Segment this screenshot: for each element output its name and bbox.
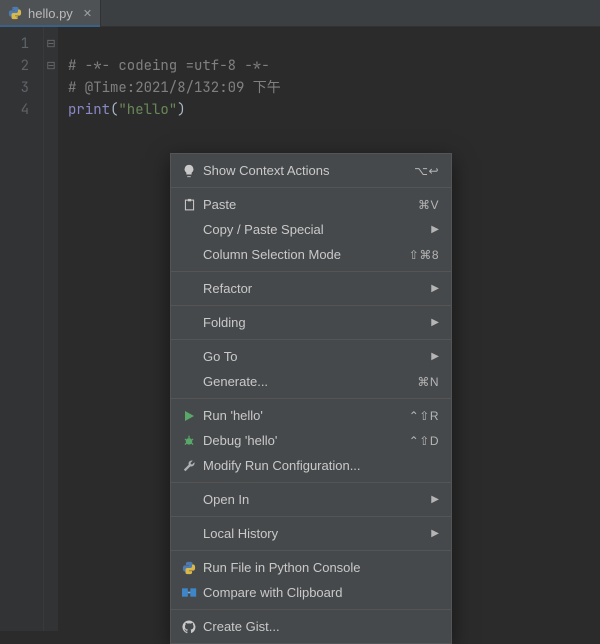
menu-label: Copy / Paste Special	[199, 222, 431, 237]
submenu-arrow-icon: ▶	[431, 351, 439, 362]
submenu-arrow-icon: ▶	[431, 224, 439, 235]
menu-label: Run File in Python Console	[199, 560, 439, 575]
bulb-icon	[179, 164, 199, 178]
code-paren: )	[177, 101, 185, 119]
menu-label: Generate...	[199, 374, 417, 389]
gutter-indicators: ⊟ ⊟	[44, 27, 58, 631]
menu-label: Refactor	[199, 281, 431, 296]
menu-column-selection[interactable]: Column Selection Mode ⇧⌘8	[171, 242, 451, 267]
menu-compare-clipboard[interactable]: Compare with Clipboard	[171, 580, 451, 605]
menu-create-gist[interactable]: Create Gist...	[171, 614, 451, 639]
lock-icon: ⊟	[46, 55, 55, 77]
menu-copy-paste-special[interactable]: Copy / Paste Special ▶	[171, 217, 451, 242]
github-icon	[179, 620, 199, 634]
line-number: 1	[0, 33, 29, 55]
menu-go-to[interactable]: Go To ▶	[171, 344, 451, 369]
menu-shortcut: ⌘V	[418, 198, 439, 212]
menu-shortcut: ⌥↩	[414, 164, 439, 178]
menu-separator	[171, 271, 451, 272]
line-number: 3	[0, 77, 29, 99]
code-string: "hello"	[118, 101, 177, 119]
menu-label: Show Context Actions	[199, 163, 414, 178]
menu-debug[interactable]: Debug 'hello' ⌃⇧D	[171, 428, 451, 453]
menu-run[interactable]: Run 'hello' ⌃⇧R	[171, 403, 451, 428]
tab-bar: hello.py ✕	[0, 0, 600, 27]
file-tab-label: hello.py	[28, 6, 73, 21]
menu-label: Column Selection Mode	[199, 247, 409, 262]
menu-separator	[171, 550, 451, 551]
line-number: 2	[0, 55, 29, 77]
menu-label: Run 'hello'	[199, 408, 409, 423]
menu-generate[interactable]: Generate... ⌘N	[171, 369, 451, 394]
menu-label: Folding	[199, 315, 431, 330]
line-number: 4	[0, 99, 29, 121]
menu-label: Open In	[199, 492, 431, 507]
lock-icon: ⊟	[46, 33, 55, 55]
run-icon	[179, 410, 199, 422]
python-file-icon	[8, 6, 22, 20]
code-comment: # @Time:2021/8/132:09 下午	[68, 79, 281, 97]
submenu-arrow-icon: ▶	[431, 528, 439, 539]
clipboard-icon	[179, 198, 199, 212]
code-comment: # -*- codeing =utf-8 -*-	[68, 57, 270, 75]
menu-run-python-console[interactable]: Run File in Python Console	[171, 555, 451, 580]
menu-separator	[171, 398, 451, 399]
menu-separator	[171, 187, 451, 188]
menu-shortcut: ⌘N	[417, 375, 439, 389]
menu-label: Create Gist...	[199, 619, 439, 634]
menu-shortcut: ⌃⇧D	[409, 434, 439, 448]
menu-separator	[171, 516, 451, 517]
menu-local-history[interactable]: Local History ▶	[171, 521, 451, 546]
debug-icon	[179, 434, 199, 447]
menu-folding[interactable]: Folding ▶	[171, 310, 451, 335]
menu-shortcut: ⇧⌘8	[409, 248, 439, 262]
line-number-gutter: 1 2 3 4	[0, 27, 44, 631]
submenu-arrow-icon: ▶	[431, 494, 439, 505]
python-icon	[179, 561, 199, 575]
menu-modify-run-config[interactable]: Modify Run Configuration...	[171, 453, 451, 478]
menu-separator	[171, 609, 451, 610]
file-tab-hello[interactable]: hello.py ✕	[0, 0, 101, 26]
diff-icon	[179, 586, 199, 599]
menu-label: Compare with Clipboard	[199, 585, 439, 600]
wrench-icon	[179, 459, 199, 472]
menu-separator	[171, 339, 451, 340]
editor-context-menu: Show Context Actions ⌥↩ Paste ⌘V Copy / …	[170, 153, 452, 644]
menu-label: Modify Run Configuration...	[199, 458, 439, 473]
menu-paste[interactable]: Paste ⌘V	[171, 192, 451, 217]
menu-open-in[interactable]: Open In ▶	[171, 487, 451, 512]
menu-show-context-actions[interactable]: Show Context Actions ⌥↩	[171, 158, 451, 183]
menu-separator	[171, 482, 451, 483]
close-tab-icon[interactable]: ✕	[83, 7, 92, 20]
menu-label: Debug 'hello'	[199, 433, 409, 448]
menu-label: Paste	[199, 197, 418, 212]
menu-shortcut: ⌃⇧R	[409, 409, 439, 423]
menu-separator	[171, 305, 451, 306]
code-func: print	[68, 101, 110, 119]
menu-label: Local History	[199, 526, 431, 541]
menu-refactor[interactable]: Refactor ▶	[171, 276, 451, 301]
submenu-arrow-icon: ▶	[431, 283, 439, 294]
submenu-arrow-icon: ▶	[431, 317, 439, 328]
menu-label: Go To	[199, 349, 431, 364]
